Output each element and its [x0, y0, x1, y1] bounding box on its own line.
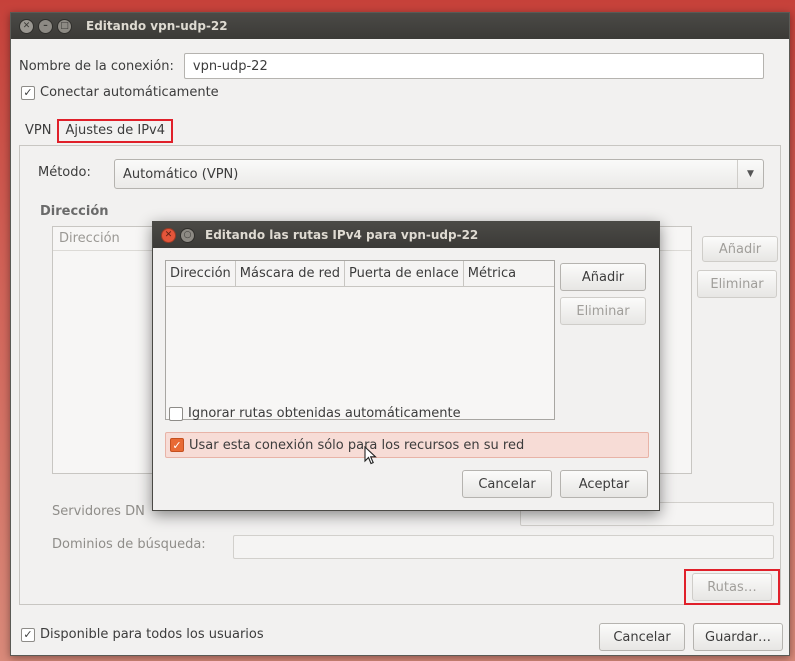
use-only-for-network-row[interactable]: ✓ Usar esta conexión sólo para los recur… [165, 432, 649, 458]
available-all-users-checkbox[interactable]: ✓ [21, 627, 35, 642]
routes-delete-button[interactable]: Eliminar [560, 297, 646, 325]
dialog-title: Editando las rutas IPv4 para vpn-udp-22 [205, 228, 479, 242]
main-cancel-button[interactable]: Cancelar [599, 623, 685, 651]
window-title: Editando vpn-udp-22 [86, 19, 228, 33]
close-icon[interactable]: ✕ [19, 18, 34, 34]
tab-vpn[interactable]: VPN [19, 119, 57, 143]
column-metric[interactable]: Métrica [464, 261, 520, 287]
ipv4-routes-dialog: ✕ ○ Editando las rutas IPv4 para vpn-udp… [152, 221, 660, 511]
connection-name-input[interactable]: vpn-udp-22 [183, 53, 764, 79]
minimize-icon[interactable]: – [38, 18, 53, 34]
routes-button-highlight: Rutas… [684, 569, 780, 605]
column-address[interactable]: Dirección [166, 261, 236, 287]
available-all-users-row[interactable]: ✓ Disponible para todos los usuarios [21, 627, 264, 642]
routes-button[interactable]: Rutas… [692, 573, 772, 601]
mouse-cursor-icon [364, 446, 377, 465]
routes-table[interactable]: Dirección Máscara de red Puerta de enlac… [165, 260, 555, 420]
use-only-for-network-checkbox[interactable]: ✓ [170, 438, 184, 452]
connection-name-label: Nombre de la conexión: [19, 58, 174, 74]
method-value: Automático (VPN) [123, 166, 239, 182]
method-combobox[interactable]: Automático (VPN) ▼ [114, 159, 764, 189]
routes-table-header: Dirección Máscara de red Puerta de enlac… [166, 261, 554, 287]
column-gateway[interactable]: Puerta de enlace [345, 261, 464, 287]
dialog-cancel-button[interactable]: Cancelar [462, 470, 552, 498]
dialog-close-icon[interactable]: ✕ [161, 227, 176, 243]
tab-bar: VPN Ajustes de IPv4 [19, 119, 174, 143]
address-delete-button[interactable]: Eliminar [697, 270, 777, 298]
column-netmask[interactable]: Máscara de red [236, 261, 345, 287]
search-domains-row: Dominios de búsqueda: [52, 537, 206, 552]
method-label: Método: [38, 165, 91, 180]
available-all-users-label: Disponible para todos los usuarios [40, 627, 264, 642]
tab-ipv4-settings[interactable]: Ajustes de IPv4 [57, 119, 174, 143]
chevron-down-icon[interactable]: ▼ [737, 160, 763, 188]
dns-label: Servidores DN [52, 504, 145, 519]
main-save-button[interactable]: Guardar… [693, 623, 783, 651]
maximize-icon[interactable]: □ [57, 18, 72, 34]
search-domains-input[interactable] [233, 535, 774, 559]
search-domains-label: Dominios de búsqueda: [52, 537, 206, 552]
routes-add-button[interactable]: Añadir [560, 263, 646, 291]
ignore-auto-routes-row[interactable]: Ignorar rutas obtenidas automáticamente [169, 406, 461, 421]
auto-connect-row[interactable]: ✓ Conectar automáticamente [21, 85, 219, 100]
use-only-for-network-label: Usar esta conexión sólo para los recurso… [189, 437, 525, 453]
address-section-title: Dirección [40, 204, 109, 219]
auto-connect-checkbox[interactable]: ✓ [21, 85, 35, 100]
ignore-auto-routes-label: Ignorar rutas obtenidas automáticamente [188, 406, 461, 421]
address-add-button[interactable]: Añadir [702, 236, 778, 262]
dialog-titlebar: ✕ ○ Editando las rutas IPv4 para vpn-udp… [153, 222, 659, 248]
ignore-auto-routes-checkbox[interactable] [169, 406, 183, 421]
connection-name-value: vpn-udp-22 [192, 58, 268, 74]
dialog-accept-button[interactable]: Aceptar [560, 470, 648, 498]
method-label-row: Método: [38, 165, 91, 180]
dns-row: Servidores DN [52, 504, 145, 519]
auto-connect-label: Conectar automáticamente [40, 85, 219, 100]
main-titlebar: ✕ – □ Editando vpn-udp-22 [11, 13, 789, 39]
connection-name-row: Nombre de la conexión: vpn-udp-22 [19, 53, 764, 79]
dialog-menu-icon[interactable]: ○ [180, 227, 195, 243]
